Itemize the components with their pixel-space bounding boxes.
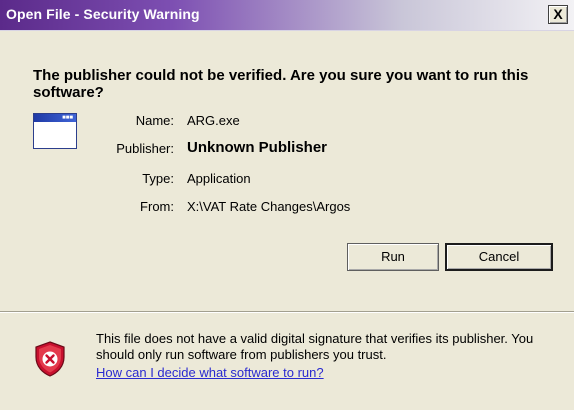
icon-titlebar: ■■■ <box>34 114 76 122</box>
warning-footer: This file does not have a valid digital … <box>0 313 574 410</box>
name-label: Name: <box>135 113 174 128</box>
title-bar[interactable]: Open File - Security Warning X <box>0 0 574 31</box>
publisher-label: Publisher: <box>116 141 174 156</box>
run-button[interactable]: Run <box>347 243 439 271</box>
close-button[interactable]: X <box>548 5 568 24</box>
from-value: X:\VAT Rate Changes\Argos <box>187 199 351 214</box>
name-value: ARG.exe <box>187 113 240 128</box>
type-value: Application <box>187 171 251 186</box>
cancel-button[interactable]: Cancel <box>445 243 553 271</box>
close-icon: X <box>553 6 563 22</box>
question-text: The publisher could not be verified. Are… <box>33 67 529 101</box>
dialog-body: The publisher could not be verified. Are… <box>0 31 574 311</box>
window-title: Open File - Security Warning <box>6 6 200 22</box>
type-label: Type: <box>142 171 174 186</box>
shield-warning-icon <box>35 341 65 377</box>
publisher-value: Unknown Publisher <box>187 139 328 156</box>
warning-text: This file does not have a valid digital … <box>96 331 534 362</box>
help-link[interactable]: How can I decide what software to run? <box>96 365 324 381</box>
from-label: From: <box>140 199 174 214</box>
application-window-icon: ■■■ <box>33 113 77 149</box>
